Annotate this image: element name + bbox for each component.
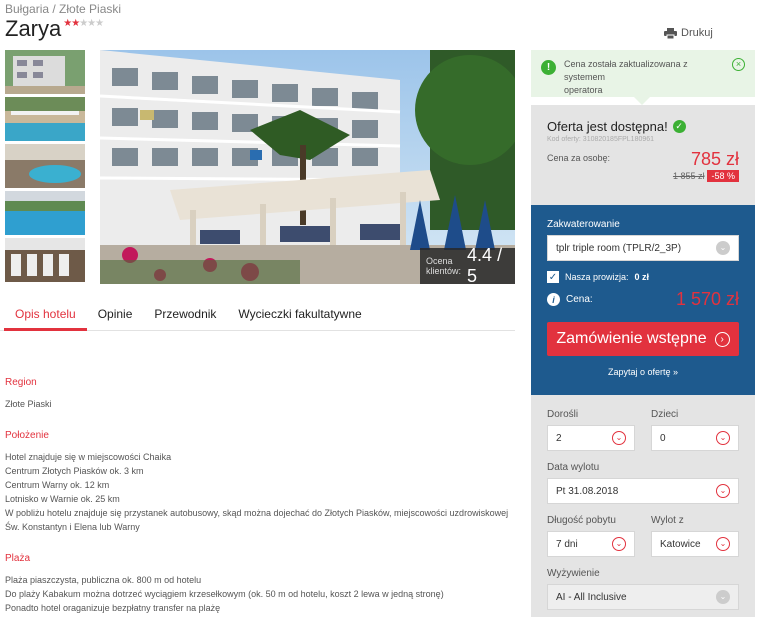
- booking-panel: Zakwaterowanie tplr triple room (TPLR/2_…: [531, 205, 755, 395]
- gallery-thumbnail[interactable]: [5, 144, 85, 188]
- location-line: Lotnisko w Warnie ok. 25 km: [5, 494, 120, 504]
- duration-label: Długość pobytu: [547, 515, 616, 526]
- departure-date-label: Data wylotu: [547, 462, 600, 473]
- adults-select[interactable]: 2 ⌄: [547, 425, 635, 451]
- adults-label: Dorośli: [547, 409, 579, 420]
- tab-reviews[interactable]: Opinie: [87, 303, 144, 331]
- adults-value: 2: [556, 432, 562, 444]
- print-label: Drukuj: [681, 27, 713, 39]
- beach-text: Plaża piaszczysta, publiczna ok. 800 m o…: [5, 573, 444, 615]
- departure-city-label: Wylot z: [651, 515, 684, 526]
- check-icon: ✓: [672, 120, 686, 133]
- close-icon[interactable]: ×: [732, 58, 745, 71]
- commission-checkbox[interactable]: ✓: [547, 271, 559, 283]
- price-label: Cena za osobę:: [547, 153, 611, 163]
- star-rating: ★★★★★: [63, 18, 104, 29]
- departure-city-select[interactable]: Katowice ⌄: [651, 531, 739, 557]
- info-icon: !: [541, 60, 556, 75]
- location-line: Centrum Warny ok. 12 km: [5, 480, 110, 490]
- star-icon: ★: [95, 18, 104, 29]
- gallery-thumbnail[interactable]: [5, 191, 85, 235]
- section-heading-location: Położenie: [5, 430, 49, 441]
- rating-label: Ocena: [426, 256, 453, 266]
- offer-code: Kod oferty: 310820185FPL180961: [547, 136, 655, 143]
- room-label: Zakwaterowanie: [547, 219, 620, 230]
- gallery-thumbnail[interactable]: [5, 97, 85, 141]
- children-select[interactable]: 0 ⌄: [651, 425, 739, 451]
- notice-arrow: [634, 97, 650, 105]
- tab-excursions[interactable]: Wycieczki fakultatywne: [227, 303, 372, 331]
- preorder-button[interactable]: Zamówienie wstępne ›: [547, 322, 739, 356]
- total-price: 1 570 zł: [675, 289, 739, 309]
- board-label: Wyżywienie: [547, 568, 600, 579]
- breadcrumb[interactable]: Bułgaria / Złote Piaski: [5, 2, 121, 16]
- duration-select[interactable]: 7 dni ⌄: [547, 531, 635, 557]
- preorder-label: Zamówienie wstępne: [556, 330, 707, 347]
- children-value: 0: [660, 432, 666, 444]
- hotel-tabs: Opis hotelu Opinie Przewodnik Wycieczki …: [0, 303, 515, 331]
- arrow-right-icon: ›: [714, 331, 730, 347]
- departure-city-value: Katowice: [660, 538, 701, 550]
- info-icon: i: [547, 293, 560, 306]
- old-price: 1 855 zł: [672, 171, 705, 181]
- chevron-down-icon: ⌄: [612, 537, 626, 551]
- customer-rating: Ocena klientów: 4.4 / 5: [420, 245, 515, 286]
- notice-text: Cena została zaktualizowana z systemem: [564, 59, 688, 82]
- board-value: AI - All Inclusive: [556, 591, 627, 603]
- chevron-down-icon: ⌄: [716, 241, 730, 255]
- search-filters: Dorośli 2 ⌄ Dzieci 0 ⌄ Data wylotu Pt 31.0…: [531, 395, 755, 617]
- gallery-thumbnail[interactable]: [5, 238, 85, 282]
- star-icon: ★: [79, 18, 88, 29]
- departure-date-select[interactable]: Pt 31.08.2018 ⌄: [547, 478, 739, 504]
- tab-hotel-description[interactable]: Opis hotelu: [4, 303, 87, 331]
- section-heading-beach: Plaża: [5, 553, 31, 564]
- commission-label: Nasza prowizja:: [565, 272, 629, 282]
- gallery-thumbnail[interactable]: [5, 50, 85, 94]
- price-update-notice: ! Cena została zaktualizowana z systemem…: [531, 50, 755, 97]
- children-label: Dzieci: [651, 409, 679, 420]
- region-text: Złote Piaski: [5, 399, 52, 409]
- room-select[interactable]: tplr triple room (TPLR/2_3P) ⌄: [547, 235, 739, 261]
- notice-text: operatora: [564, 85, 603, 95]
- price-per-person: 785 zł: [690, 149, 739, 169]
- ask-about-offer-link[interactable]: Zapytaj o ofertę »: [547, 367, 739, 377]
- departure-date-value: Pt 31.08.2018: [556, 485, 619, 497]
- star-icon: ★: [71, 18, 80, 29]
- location-line: Centrum Złotych Piasków ok. 3 km: [5, 466, 144, 476]
- duration-value: 7 dni: [556, 538, 578, 550]
- board-select[interactable]: AI - All Inclusive ⌄: [547, 584, 739, 610]
- chevron-down-icon: ⌄: [716, 431, 730, 445]
- location-line: W pobliżu hotelu znajduje się przystanek…: [5, 508, 509, 518]
- printer-icon: [664, 27, 677, 39]
- print-button[interactable]: Drukuj: [664, 27, 713, 39]
- rating-value: 4.4: [467, 245, 493, 265]
- section-heading-region: Region: [5, 377, 37, 388]
- chevron-down-icon: ⌄: [716, 484, 730, 498]
- beach-line: Ponadto hotel oraganizuje bezpłatny tran…: [5, 603, 221, 613]
- commission-value: 0 zł: [634, 272, 650, 282]
- chevron-down-icon: ⌄: [716, 537, 730, 551]
- star-icon: ★: [87, 18, 96, 29]
- total-price-label: Cena:: [566, 294, 593, 305]
- rating-label: klientów:: [426, 266, 462, 276]
- offer-panel: Oferta jest dostępna! ✓ Kod oferty: 3108…: [531, 105, 755, 205]
- page-title: Zarya: [5, 16, 62, 41]
- beach-line: Do plaży Kabakum można dotrzeć wyciągiem…: [5, 589, 444, 599]
- chevron-down-icon: ⌄: [716, 590, 730, 604]
- room-value: tplr triple room (TPLR/2_3P): [556, 242, 682, 254]
- hotel-title: Zarya ★★★★★: [5, 16, 104, 42]
- beach-line: Plaża piaszczysta, publiczna ok. 800 m o…: [5, 575, 202, 585]
- location-line: Św. Konstantyn i Elena lub Warny: [5, 522, 140, 532]
- offer-status: Oferta jest dostępna!: [547, 119, 668, 134]
- location-text: Hotel znajduje się w miejscowości Chaika…: [5, 450, 508, 534]
- chevron-down-icon: ⌄: [612, 431, 626, 445]
- location-line: Hotel znajduje się w miejscowości Chaika: [5, 452, 172, 462]
- tab-guide[interactable]: Przewodnik: [143, 303, 227, 331]
- discount-badge: -58 %: [707, 170, 739, 182]
